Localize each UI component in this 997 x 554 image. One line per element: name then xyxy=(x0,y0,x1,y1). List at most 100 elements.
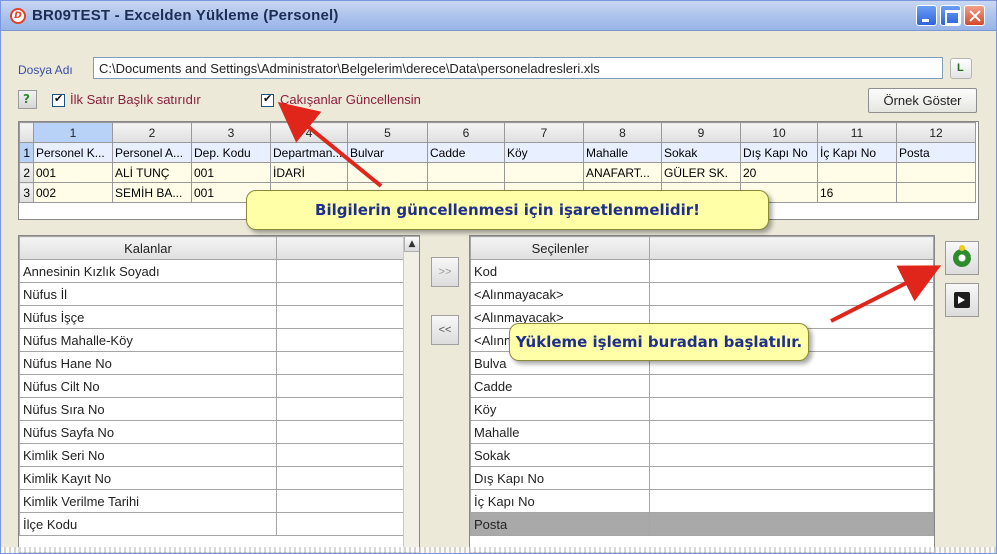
grid-col-header[interactable]: 4 xyxy=(270,122,348,143)
grid-cell[interactable]: İDARİ xyxy=(270,162,348,183)
list-item-label[interactable]: Kimlik Kayıt No xyxy=(19,466,277,490)
list-item[interactable]: Nüfus Mahalle-Köy xyxy=(19,328,404,352)
grid-col-header[interactable]: 10 xyxy=(740,122,818,143)
preview-button[interactable]: Örnek Göster xyxy=(868,88,977,113)
grid-col-header[interactable]: 8 xyxy=(583,122,662,143)
minimize-button[interactable] xyxy=(916,5,937,26)
grid-col-header[interactable]: 1 xyxy=(33,122,113,143)
remove-field-button[interactable]: << xyxy=(431,315,459,345)
remaining-scrollbar[interactable]: ▲ xyxy=(403,236,419,552)
add-field-button[interactable]: >> xyxy=(431,257,459,287)
grid-col-header[interactable]: 5 xyxy=(347,122,428,143)
list-item[interactable]: İlçe Kodu xyxy=(19,512,404,536)
list-item-label[interactable]: Nüfus Hane No xyxy=(19,351,277,375)
list-item-label[interactable]: Kod xyxy=(470,259,651,283)
list-item[interactable]: Köy xyxy=(470,397,934,421)
grid-col-header[interactable]: 11 xyxy=(817,122,897,143)
grid-col-header[interactable]: 12 xyxy=(896,122,976,143)
list-item-label[interactable]: Nüfus Mahalle-Köy xyxy=(19,328,277,352)
list-item-label[interactable]: Köy xyxy=(470,397,651,421)
list-item[interactable]: Kimlik Verilme Tarihi xyxy=(19,489,404,513)
list-item-label[interactable]: Kimlik Seri No xyxy=(19,443,277,467)
grid-cell[interactable]: İç Kapı No xyxy=(817,142,897,163)
grid-cell[interactable]: Posta xyxy=(896,142,976,163)
list-item[interactable]: İç Kapı No xyxy=(470,489,934,513)
grid-row-number[interactable]: 3 xyxy=(19,182,34,203)
grid-cell[interactable]: Personel K... xyxy=(33,142,113,163)
grid-col-header[interactable]: 3 xyxy=(191,122,271,143)
start-import-button[interactable] xyxy=(945,241,979,275)
list-item[interactable]: Kod xyxy=(470,259,934,283)
list-item-label[interactable]: Sokak xyxy=(470,443,651,467)
update-conflicts-checkbox[interactable] xyxy=(261,92,274,107)
remaining-fields-list[interactable]: Kalanlar Annesinin Kızlık Soyadı Nüfus İ… xyxy=(18,235,420,553)
list-item-label[interactable]: Annesinin Kızlık Soyadı xyxy=(19,259,277,283)
file-path-input[interactable]: C:\Documents and Settings\Administrator\… xyxy=(93,57,943,79)
grid-cell[interactable]: ALİ TUNÇ xyxy=(112,162,192,183)
list-item-label[interactable]: Mahalle xyxy=(470,420,651,444)
list-item[interactable]: Cadde xyxy=(470,374,934,398)
close-button[interactable] xyxy=(964,5,985,26)
scroll-up-arrow-icon[interactable]: ▲ xyxy=(404,236,419,252)
grid-row-number[interactable]: 1 xyxy=(19,142,34,163)
selected-fields-list[interactable]: Seçilenler Kod <Alınmayacak> <Alınmayaca… xyxy=(469,235,935,553)
browse-button[interactable]: L xyxy=(950,58,972,79)
grid-cell[interactable] xyxy=(347,162,428,183)
list-item[interactable]: Nüfus Cilt No xyxy=(19,374,404,398)
grid-cell[interactable]: ANAFART... xyxy=(583,162,662,183)
list-item-label[interactable]: Nüfus İl xyxy=(19,282,277,306)
grid-cell[interactable]: Köy xyxy=(504,142,584,163)
list-item-label[interactable]: İlçe Kodu xyxy=(19,512,277,536)
list-item[interactable]: <Alınmayacak> xyxy=(470,282,934,306)
list-item[interactable]: Nüfus Sıra No xyxy=(19,397,404,421)
exit-button[interactable] xyxy=(945,283,979,317)
list-item[interactable]: Nüfus İl xyxy=(19,282,404,306)
grid-col-header[interactable]: 6 xyxy=(427,122,505,143)
grid-cell[interactable] xyxy=(504,162,584,183)
grid-col-header[interactable]: 2 xyxy=(112,122,192,143)
grid-cell[interactable] xyxy=(427,162,505,183)
grid-col-header[interactable]: 9 xyxy=(661,122,741,143)
first-row-header-checkbox[interactable] xyxy=(52,92,65,107)
grid-cell[interactable] xyxy=(896,162,976,183)
list-item-label[interactable]: Nüfus İşçe xyxy=(19,305,277,329)
list-item[interactable]: Mahalle xyxy=(470,420,934,444)
list-item-label[interactable]: Cadde xyxy=(470,374,651,398)
grid-cell[interactable]: 001 xyxy=(191,162,271,183)
grid-cell[interactable]: Dep. Kodu xyxy=(191,142,271,163)
grid-cell[interactable]: Personel A... xyxy=(112,142,192,163)
list-item-label[interactable]: Kimlik Verilme Tarihi xyxy=(19,489,277,513)
grid-cell[interactable]: SEMİH BA... xyxy=(112,182,192,203)
grid-row-number[interactable]: 2 xyxy=(19,162,34,183)
list-item[interactable]: Kimlik Seri No xyxy=(19,443,404,467)
list-item[interactable]: Sokak xyxy=(470,443,934,467)
maximize-button[interactable] xyxy=(940,5,961,26)
grid-cell[interactable]: Departman... xyxy=(270,142,348,163)
list-item-label[interactable]: <Alınmayacak> xyxy=(470,282,651,306)
list-item-label[interactable]: Posta xyxy=(470,512,651,536)
help-button[interactable]: ? xyxy=(18,90,37,109)
list-item-label[interactable]: İç Kapı No xyxy=(470,489,651,513)
grid-row[interactable]: 1 Personel K... Personel A... Dep. Kodu … xyxy=(19,142,976,163)
grid-cell[interactable]: GÜLER SK. xyxy=(661,162,741,183)
list-item-label[interactable]: Nüfus Sıra No xyxy=(19,397,277,421)
list-item-label[interactable]: Nüfus Cilt No xyxy=(19,374,277,398)
list-item-label[interactable]: Nüfus Sayfa No xyxy=(19,420,277,444)
list-item[interactable]: Nüfus İşçe xyxy=(19,305,404,329)
grid-cell[interactable]: Bulvar xyxy=(347,142,428,163)
list-item[interactable]: Nüfus Hane No xyxy=(19,351,404,375)
grid-row[interactable]: 2 001 ALİ TUNÇ 001 İDARİ ANAFART... GÜLE… xyxy=(19,162,976,183)
grid-cell[interactable]: 001 xyxy=(33,162,113,183)
grid-cell[interactable] xyxy=(817,162,897,183)
grid-cell[interactable]: Mahalle xyxy=(583,142,662,163)
grid-col-header[interactable]: 7 xyxy=(504,122,584,143)
grid-cell[interactable]: 002 xyxy=(33,182,113,203)
list-item[interactable]: Kimlik Kayıt No xyxy=(19,466,404,490)
grid-cell[interactable] xyxy=(896,182,976,203)
list-item[interactable]: Annesinin Kızlık Soyadı xyxy=(19,259,404,283)
grid-cell[interactable]: 20 xyxy=(740,162,818,183)
grid-cell[interactable]: Dış Kapı No xyxy=(740,142,818,163)
grid-cell[interactable]: Sokak xyxy=(661,142,741,163)
grid-cell[interactable]: 16 xyxy=(817,182,897,203)
grid-cell[interactable]: Cadde xyxy=(427,142,505,163)
